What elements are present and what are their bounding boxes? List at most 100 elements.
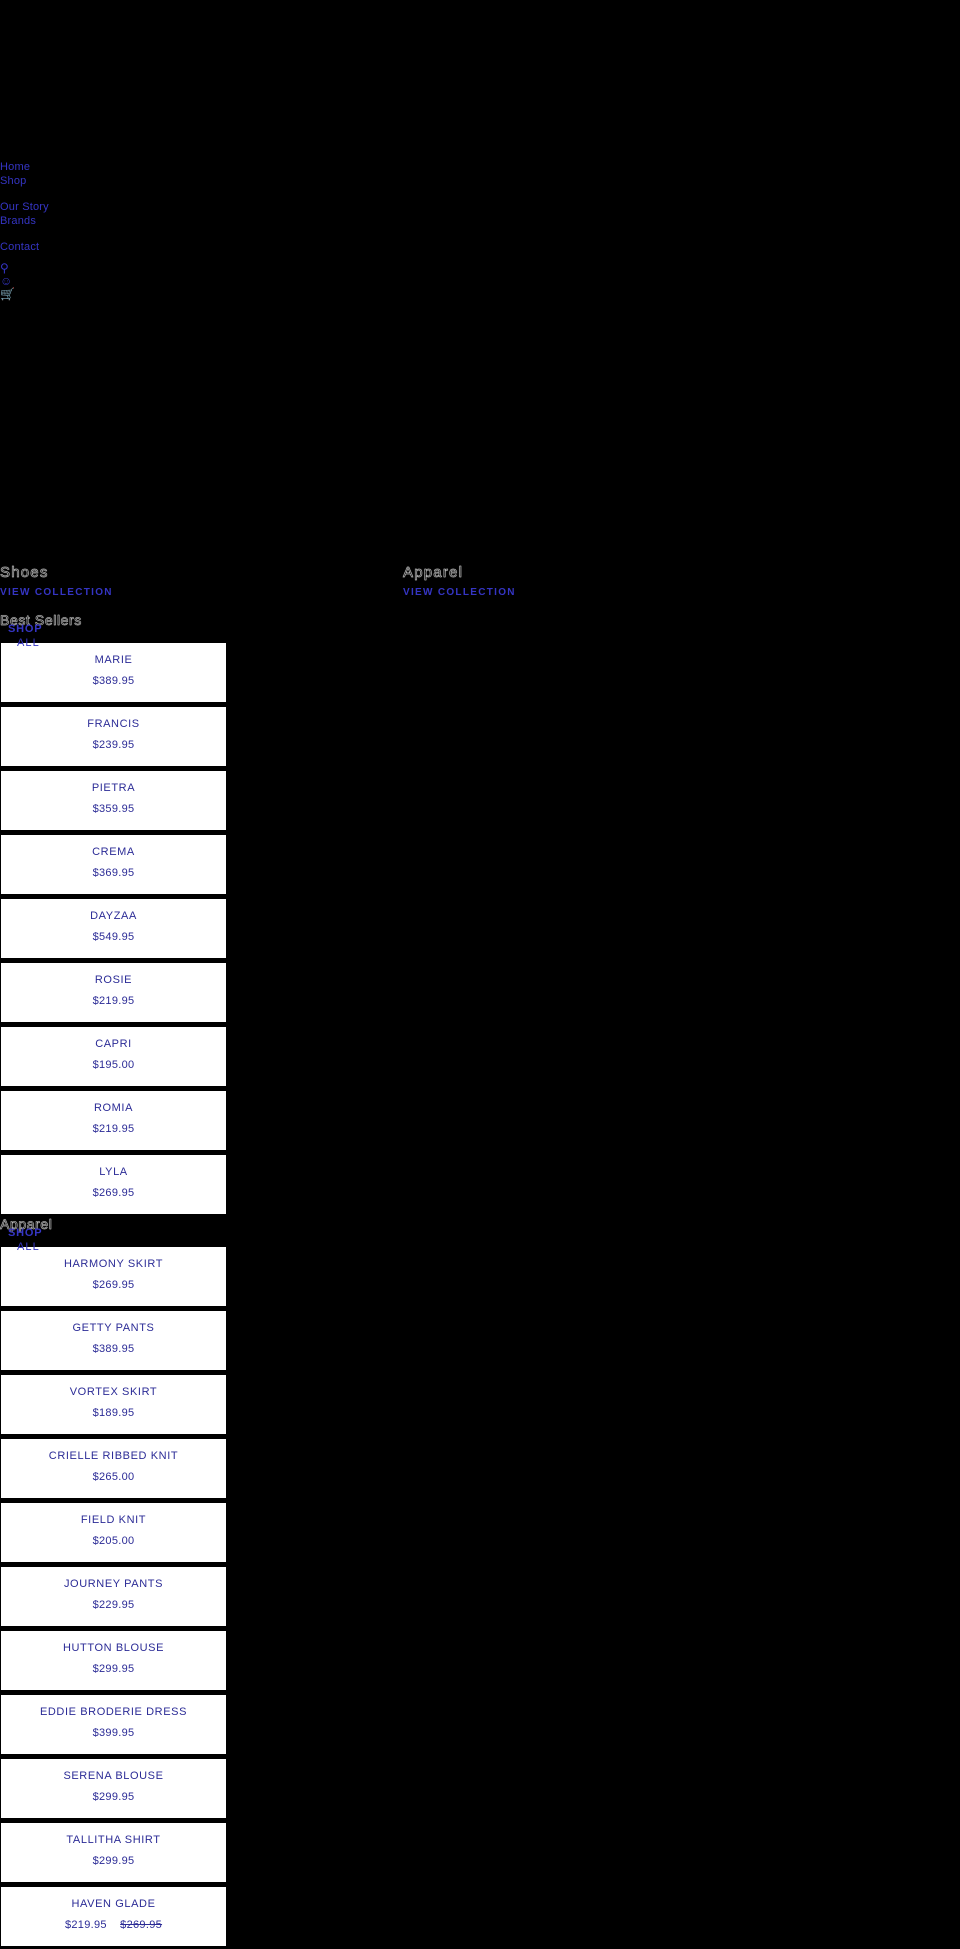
product-card[interactable]: HARMONY SKIRT $269.95 (0, 1247, 227, 1308)
product-price-row: $299.95 (7, 1662, 220, 1676)
product-price: $219.95 (92, 995, 135, 1007)
product-price: $359.95 (92, 803, 135, 815)
shop-all-link-apparel[interactable]: SHOP ALL (8, 1227, 42, 1254)
product-name: ROMIA (93, 1102, 134, 1114)
product-price: $389.95 (92, 1343, 135, 1355)
product-card[interactable]: FRANCIS $239.95 (0, 705, 227, 768)
product-name: JOURNEY PANTS (63, 1578, 164, 1590)
product-card[interactable]: HUTTON BLOUSE $299.95 (0, 1629, 227, 1692)
product-price-row: $219.95 (7, 994, 220, 1008)
product-price-row: $299.95 (7, 1854, 220, 1868)
shop-all-label-shop: SHOP (8, 1227, 43, 1239)
section-band-best-sellers: Best Sellers SHOP ALL (0, 612, 960, 649)
nav-link-brands[interactable]: Brands (0, 214, 220, 228)
search-icon[interactable]: ⚲ (0, 262, 220, 275)
cart-icon[interactable]: 🛒 (0, 288, 220, 301)
section-band-apparel: Apparel SHOP ALL (0, 1216, 960, 1253)
product-price-row: $219.95 $269.95 (7, 1918, 220, 1932)
product-price-row: $299.95 (7, 1790, 220, 1804)
shop-all-link-best-sellers[interactable]: SHOP ALL (8, 623, 42, 650)
product-price-row: $239.95 (7, 738, 220, 752)
product-name: PIETRA (91, 782, 136, 794)
product-price-row: $399.95 (7, 1726, 220, 1740)
product-name: FIELD KNIT (80, 1514, 147, 1526)
product-price-row: $369.95 (7, 866, 220, 880)
product-name: CREMA (92, 846, 135, 858)
product-price-row: $229.95 (7, 1598, 220, 1612)
product-name: FRANCIS (87, 718, 140, 730)
product-price: $195.00 (92, 1059, 135, 1071)
product-price: $265.00 (92, 1471, 135, 1483)
product-card[interactable]: LYLA $269.95 (0, 1153, 227, 1216)
product-price: $219.95 (64, 1919, 107, 1931)
product-price: $269.95 (92, 1279, 135, 1291)
site-navigation: Home Shop Our Story Brands Contact ⚲ ☺ 🛒 (0, 160, 220, 301)
product-card[interactable]: CAPRI $195.00 (0, 1025, 227, 1088)
product-price: $299.95 (92, 1663, 135, 1675)
product-card[interactable]: FIELD KNIT $205.00 (0, 1501, 227, 1564)
product-name: CAPRI (95, 1038, 132, 1050)
product-price-row: $269.95 (7, 1278, 220, 1292)
product-name: TALLITHA SHIRT (66, 1834, 161, 1846)
product-price: $229.95 (92, 1599, 135, 1611)
product-price-row: $359.95 (7, 802, 220, 816)
nav-link-our-story[interactable]: Our Story (0, 200, 220, 214)
product-price: $549.95 (92, 931, 135, 943)
collections-region: Shoes VIEW COLLECTION Apparel VIEW COLLE… (0, 564, 960, 1949)
product-card[interactable]: ROSIE $219.95 (0, 961, 227, 1024)
product-card[interactable]: EDDIE BRODERIE DRESS $399.95 (0, 1693, 227, 1756)
product-card[interactable]: ROMIA $219.95 (0, 1089, 227, 1152)
product-card[interactable]: MARIE $389.95 (0, 643, 227, 704)
product-name: GETTY PANTS (72, 1322, 155, 1334)
product-price: $389.95 (92, 675, 135, 687)
shop-all-label-shop: SHOP (8, 623, 43, 635)
product-name: DAYZAA (90, 910, 137, 922)
view-collection-link-shoes[interactable]: VIEW COLLECTION (0, 587, 113, 599)
collection-title-apparel: Apparel (403, 564, 464, 581)
product-name: SERENA BLOUSE (63, 1770, 164, 1782)
view-collection-link-apparel[interactable]: VIEW COLLECTION (403, 587, 516, 599)
product-list-apparel: HARMONY SKIRT $269.95 GETTY PANTS $389.9… (0, 1247, 227, 1948)
collection-shoes: Shoes VIEW COLLECTION (0, 564, 113, 600)
product-price: $269.95 (92, 1187, 135, 1199)
product-name: HAVEN GLADE (71, 1898, 156, 1910)
product-price: $219.95 (92, 1123, 135, 1135)
collection-apparel: Apparel VIEW COLLECTION (403, 564, 516, 600)
product-name: LYLA (99, 1166, 128, 1178)
product-card[interactable]: GETTY PANTS $389.95 (0, 1309, 227, 1372)
product-card[interactable]: HAVEN GLADE $219.95 $269.95 (0, 1885, 227, 1948)
product-list-best-sellers: MARIE $389.95 FRANCIS $239.95 PIETRA $35… (0, 643, 227, 1216)
product-price: $299.95 (92, 1791, 135, 1803)
product-card[interactable]: VORTEX SKIRT $189.95 (0, 1373, 227, 1436)
product-card[interactable]: PIETRA $359.95 (0, 769, 227, 832)
product-price: $189.95 (92, 1407, 135, 1419)
product-card[interactable]: JOURNEY PANTS $229.95 (0, 1565, 227, 1628)
product-price-row: $389.95 (7, 674, 220, 688)
product-card[interactable]: CREMA $369.95 (0, 833, 227, 896)
nav-group-secondary: Our Story Brands (0, 200, 220, 228)
product-name: ROSIE (94, 974, 133, 986)
product-name: HUTTON BLOUSE (62, 1642, 165, 1654)
product-price: $299.95 (92, 1855, 135, 1867)
collection-headers: Shoes VIEW COLLECTION Apparel VIEW COLLE… (0, 564, 960, 613)
nav-icon-group: ⚲ ☺ 🛒 (0, 262, 220, 301)
product-price-row: $189.95 (7, 1406, 220, 1420)
product-price: $205.00 (92, 1535, 135, 1547)
product-card[interactable]: CRIELLE RIBBED KNIT $265.00 (0, 1437, 227, 1500)
product-name: MARIE (94, 654, 133, 666)
product-compare-price: $269.95 (120, 1919, 163, 1931)
account-icon[interactable]: ☺ (0, 275, 220, 288)
product-price-row: $265.00 (7, 1470, 220, 1484)
product-price: $369.95 (92, 867, 135, 879)
product-price-row: $549.95 (7, 930, 220, 944)
product-price-row: $205.00 (7, 1534, 220, 1548)
product-card[interactable]: SERENA BLOUSE $299.95 (0, 1757, 227, 1820)
shop-all-label-all: ALL (17, 637, 40, 649)
product-price: $239.95 (92, 739, 135, 751)
product-price-row: $389.95 (7, 1342, 220, 1356)
nav-link-contact[interactable]: Contact (0, 240, 220, 254)
nav-link-shop[interactable]: Shop (0, 174, 220, 188)
nav-link-home[interactable]: Home (0, 160, 220, 174)
product-card[interactable]: DAYZAA $549.95 (0, 897, 227, 960)
product-name: VORTEX SKIRT (69, 1386, 158, 1398)
